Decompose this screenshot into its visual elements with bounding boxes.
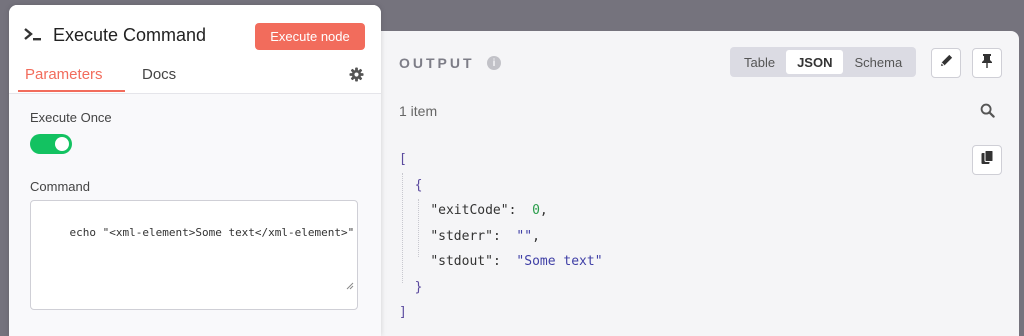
node-panel: Execute Command Execute node Parameters … xyxy=(9,5,381,336)
terminal-icon xyxy=(23,26,43,46)
tab-parameters[interactable]: Parameters xyxy=(25,66,103,83)
json-output: [ { "exitCode": 0, "stderr": "", "stdout… xyxy=(399,147,603,326)
gear-icon[interactable] xyxy=(349,67,364,87)
edit-output-button[interactable] xyxy=(931,48,961,78)
output-title: OUTPUT xyxy=(399,55,475,71)
json-key-stdout: "stdout" xyxy=(430,254,493,269)
view-schema-button[interactable]: Schema xyxy=(843,50,913,74)
copy-icon xyxy=(981,150,994,170)
view-toggle: Table JSON Schema xyxy=(730,47,917,77)
json-object-open: { xyxy=(414,177,423,193)
node-title: Execute Command xyxy=(53,25,207,45)
json-line: [ xyxy=(399,147,603,173)
json-line: ] xyxy=(399,300,603,326)
execute-once-label: Execute Once xyxy=(30,110,112,125)
info-icon[interactable]: i xyxy=(487,56,501,70)
node-header: Execute Command Execute node Parameters … xyxy=(9,5,381,93)
json-array-close: ] xyxy=(399,305,407,320)
command-label: Command xyxy=(30,179,90,194)
json-value-stderr: "" xyxy=(516,228,533,244)
active-tab-indicator xyxy=(18,90,125,92)
json-line: "stderr": "", xyxy=(430,228,540,244)
toggle-knob xyxy=(55,137,69,151)
tab-docs[interactable]: Docs xyxy=(142,66,176,83)
json-object-close: } xyxy=(414,279,423,295)
copy-output-button[interactable] xyxy=(972,145,1002,175)
json-key-exitcode: "exitCode" xyxy=(430,203,509,218)
json-line: } xyxy=(399,275,603,301)
json-value-exitcode: 0 xyxy=(532,203,540,218)
json-line: "stdout": "Some text" xyxy=(430,254,603,269)
view-table-button[interactable]: Table xyxy=(733,50,786,74)
json-key-stderr: "stderr" xyxy=(430,228,493,244)
output-panel: OUTPUT i Table JSON Schema 1 item [ { "e… xyxy=(360,31,1019,336)
execute-node-button[interactable]: Execute node xyxy=(255,23,365,50)
json-array-open: [ xyxy=(399,152,407,167)
item-count: 1 item xyxy=(399,103,438,119)
pin-icon xyxy=(980,53,994,74)
json-value-stdout: "Some text" xyxy=(516,254,603,269)
search-icon[interactable] xyxy=(980,103,995,123)
json-line: "exitCode": 0, xyxy=(430,203,548,218)
command-input[interactable]: echo "<xml-element>Some text</xml-elemen… xyxy=(30,200,358,310)
pencil-icon xyxy=(939,53,954,73)
view-json-button[interactable]: JSON xyxy=(786,50,844,74)
execute-once-toggle[interactable] xyxy=(30,134,72,154)
command-value: echo "<xml-element>Some text</xml-elemen… xyxy=(69,226,355,239)
resize-handle-icon[interactable] xyxy=(306,267,354,306)
json-line: { xyxy=(399,173,603,199)
pin-data-button[interactable] xyxy=(972,48,1002,78)
